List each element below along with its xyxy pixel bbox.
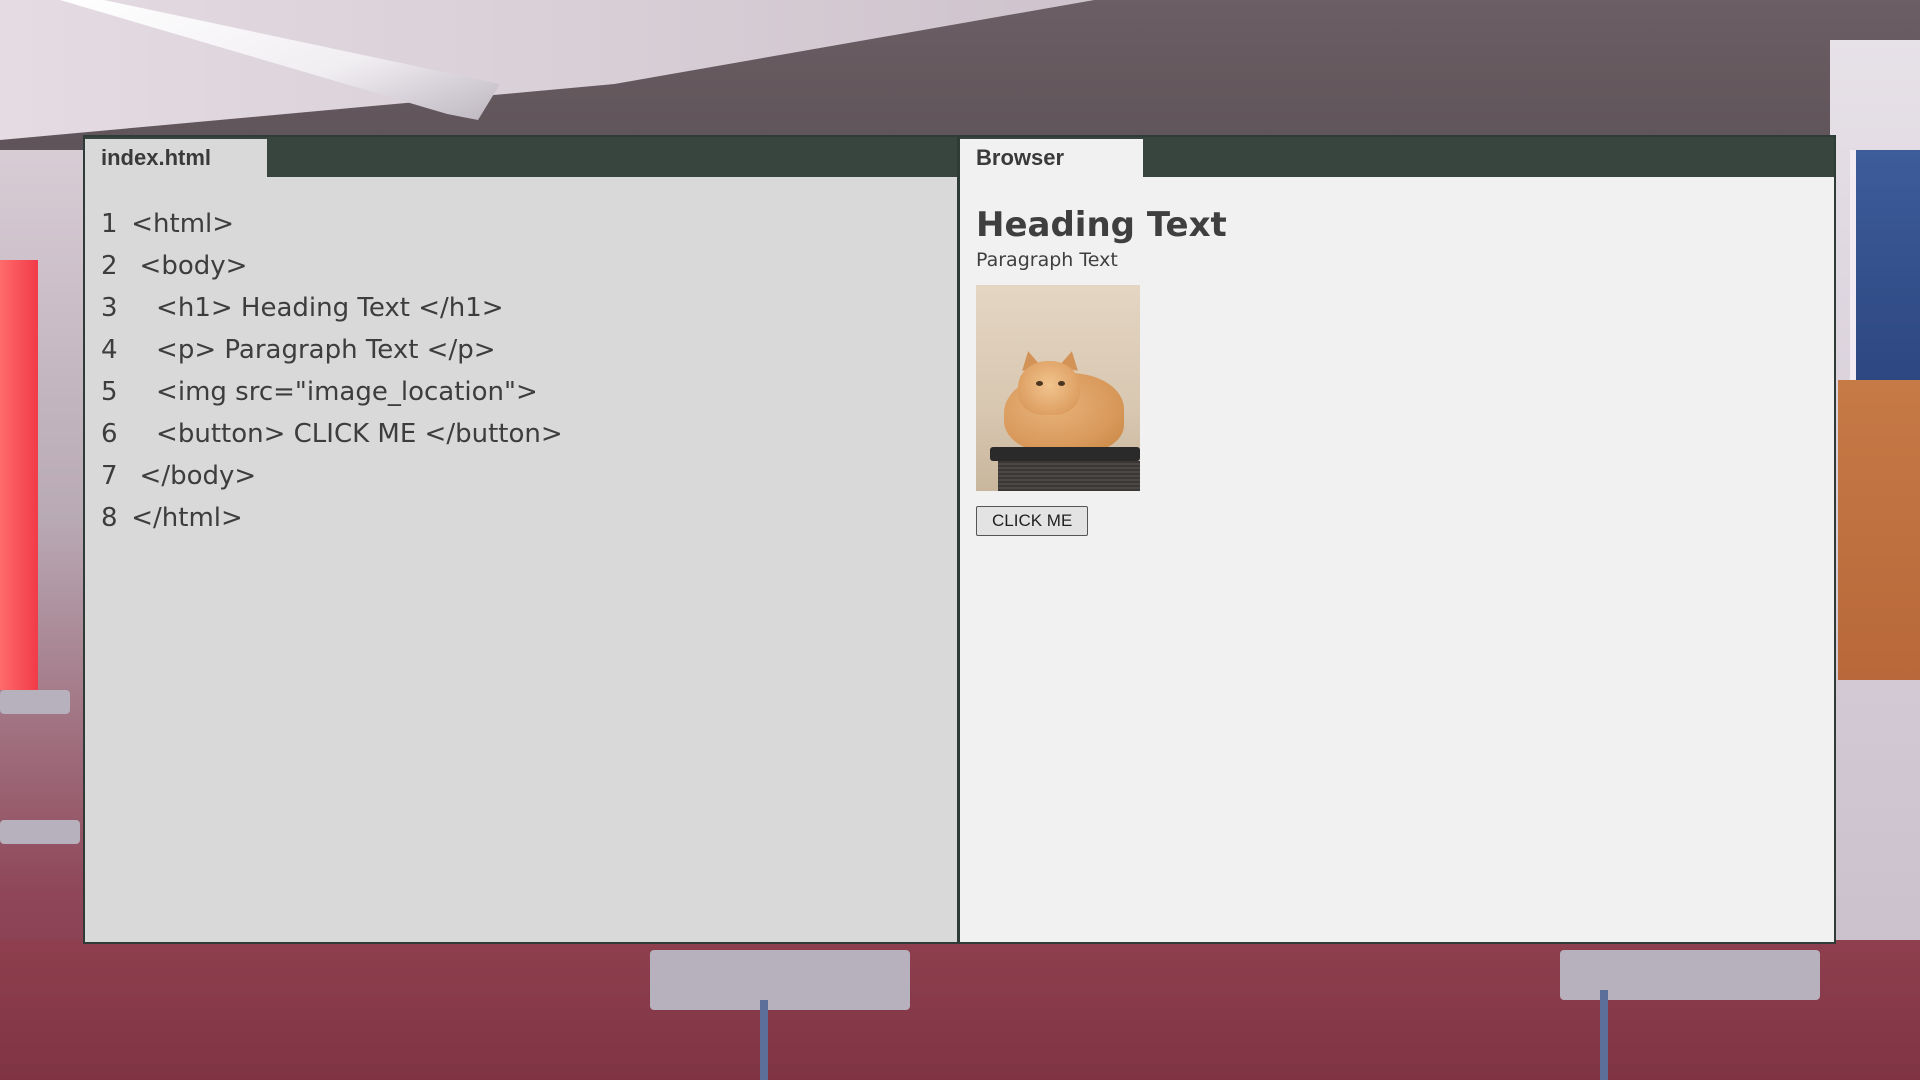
code-line: 4 <p> Paragraph Text </p> <box>101 329 563 371</box>
code-text: <p> Paragraph Text </p> <box>123 335 496 365</box>
code-line: 1 <html> <box>101 203 563 245</box>
code-text: </html> <box>123 503 243 533</box>
cat-shelf <box>990 447 1140 461</box>
cat-eye <box>1036 381 1043 386</box>
code-area[interactable]: 1 <html> 2 <body> 3 <h1> Heading Text </… <box>101 203 563 539</box>
classroom-background: index.html 1 <html> 2 <body> 3 <h1> Head… <box>0 0 1920 1080</box>
line-number: 8 <box>101 503 118 533</box>
corkboard <box>1838 380 1920 680</box>
preview-heading: Heading Text <box>976 205 1227 245</box>
browser-tab-bar: Browser <box>960 137 1834 177</box>
cat-photo-image <box>976 285 1140 491</box>
line-number: 2 <box>101 251 118 281</box>
desk <box>1560 950 1820 1000</box>
desk-leg <box>1600 990 1608 1080</box>
code-text: <h1> Heading Text </h1> <box>123 293 504 323</box>
desk <box>0 690 70 714</box>
browser-panel: Browser Heading Text Paragraph Text CLIC… <box>958 135 1836 944</box>
click-me-button[interactable]: CLICK ME <box>976 506 1089 536</box>
browser-preview: Heading Text Paragraph Text CLICK ME <box>976 205 1227 536</box>
cat-eye <box>1058 381 1065 386</box>
tab-browser[interactable]: Browser <box>960 139 1143 177</box>
desk <box>0 820 80 844</box>
line-number: 1 <box>101 209 118 239</box>
cat-shelf-post <box>998 461 1140 491</box>
line-number: 4 <box>101 335 118 365</box>
line-number: 5 <box>101 377 118 407</box>
preview-paragraph: Paragraph Text <box>976 249 1118 271</box>
line-number: 3 <box>101 293 118 323</box>
code-text: <button> CLICK ME </button> <box>123 419 563 449</box>
editor-tab-bar: index.html <box>85 137 957 177</box>
code-line: 3 <h1> Heading Text </h1> <box>101 287 563 329</box>
cat-head <box>1018 361 1080 415</box>
right-window <box>1850 150 1920 390</box>
code-line: 7 </body> <box>101 455 563 497</box>
code-text: <body> <box>123 251 248 281</box>
code-editor-panel: index.html 1 <html> 2 <body> 3 <h1> Head… <box>83 135 959 944</box>
desk-leg <box>760 1000 768 1080</box>
line-number: 6 <box>101 419 118 449</box>
code-text: <img src="image_location"> <box>123 377 538 407</box>
code-line: 5 <img src="image_location"> <box>101 371 563 413</box>
code-line: 2 <body> <box>101 245 563 287</box>
code-text: <html> <box>123 209 235 239</box>
code-text: </body> <box>123 461 257 491</box>
desk <box>650 950 910 1010</box>
tab-index-html[interactable]: index.html <box>85 139 267 177</box>
code-line: 6 <button> CLICK ME </button> <box>101 413 563 455</box>
left-window <box>0 260 38 690</box>
line-number: 7 <box>101 461 118 491</box>
code-line: 8 </html> <box>101 497 563 539</box>
